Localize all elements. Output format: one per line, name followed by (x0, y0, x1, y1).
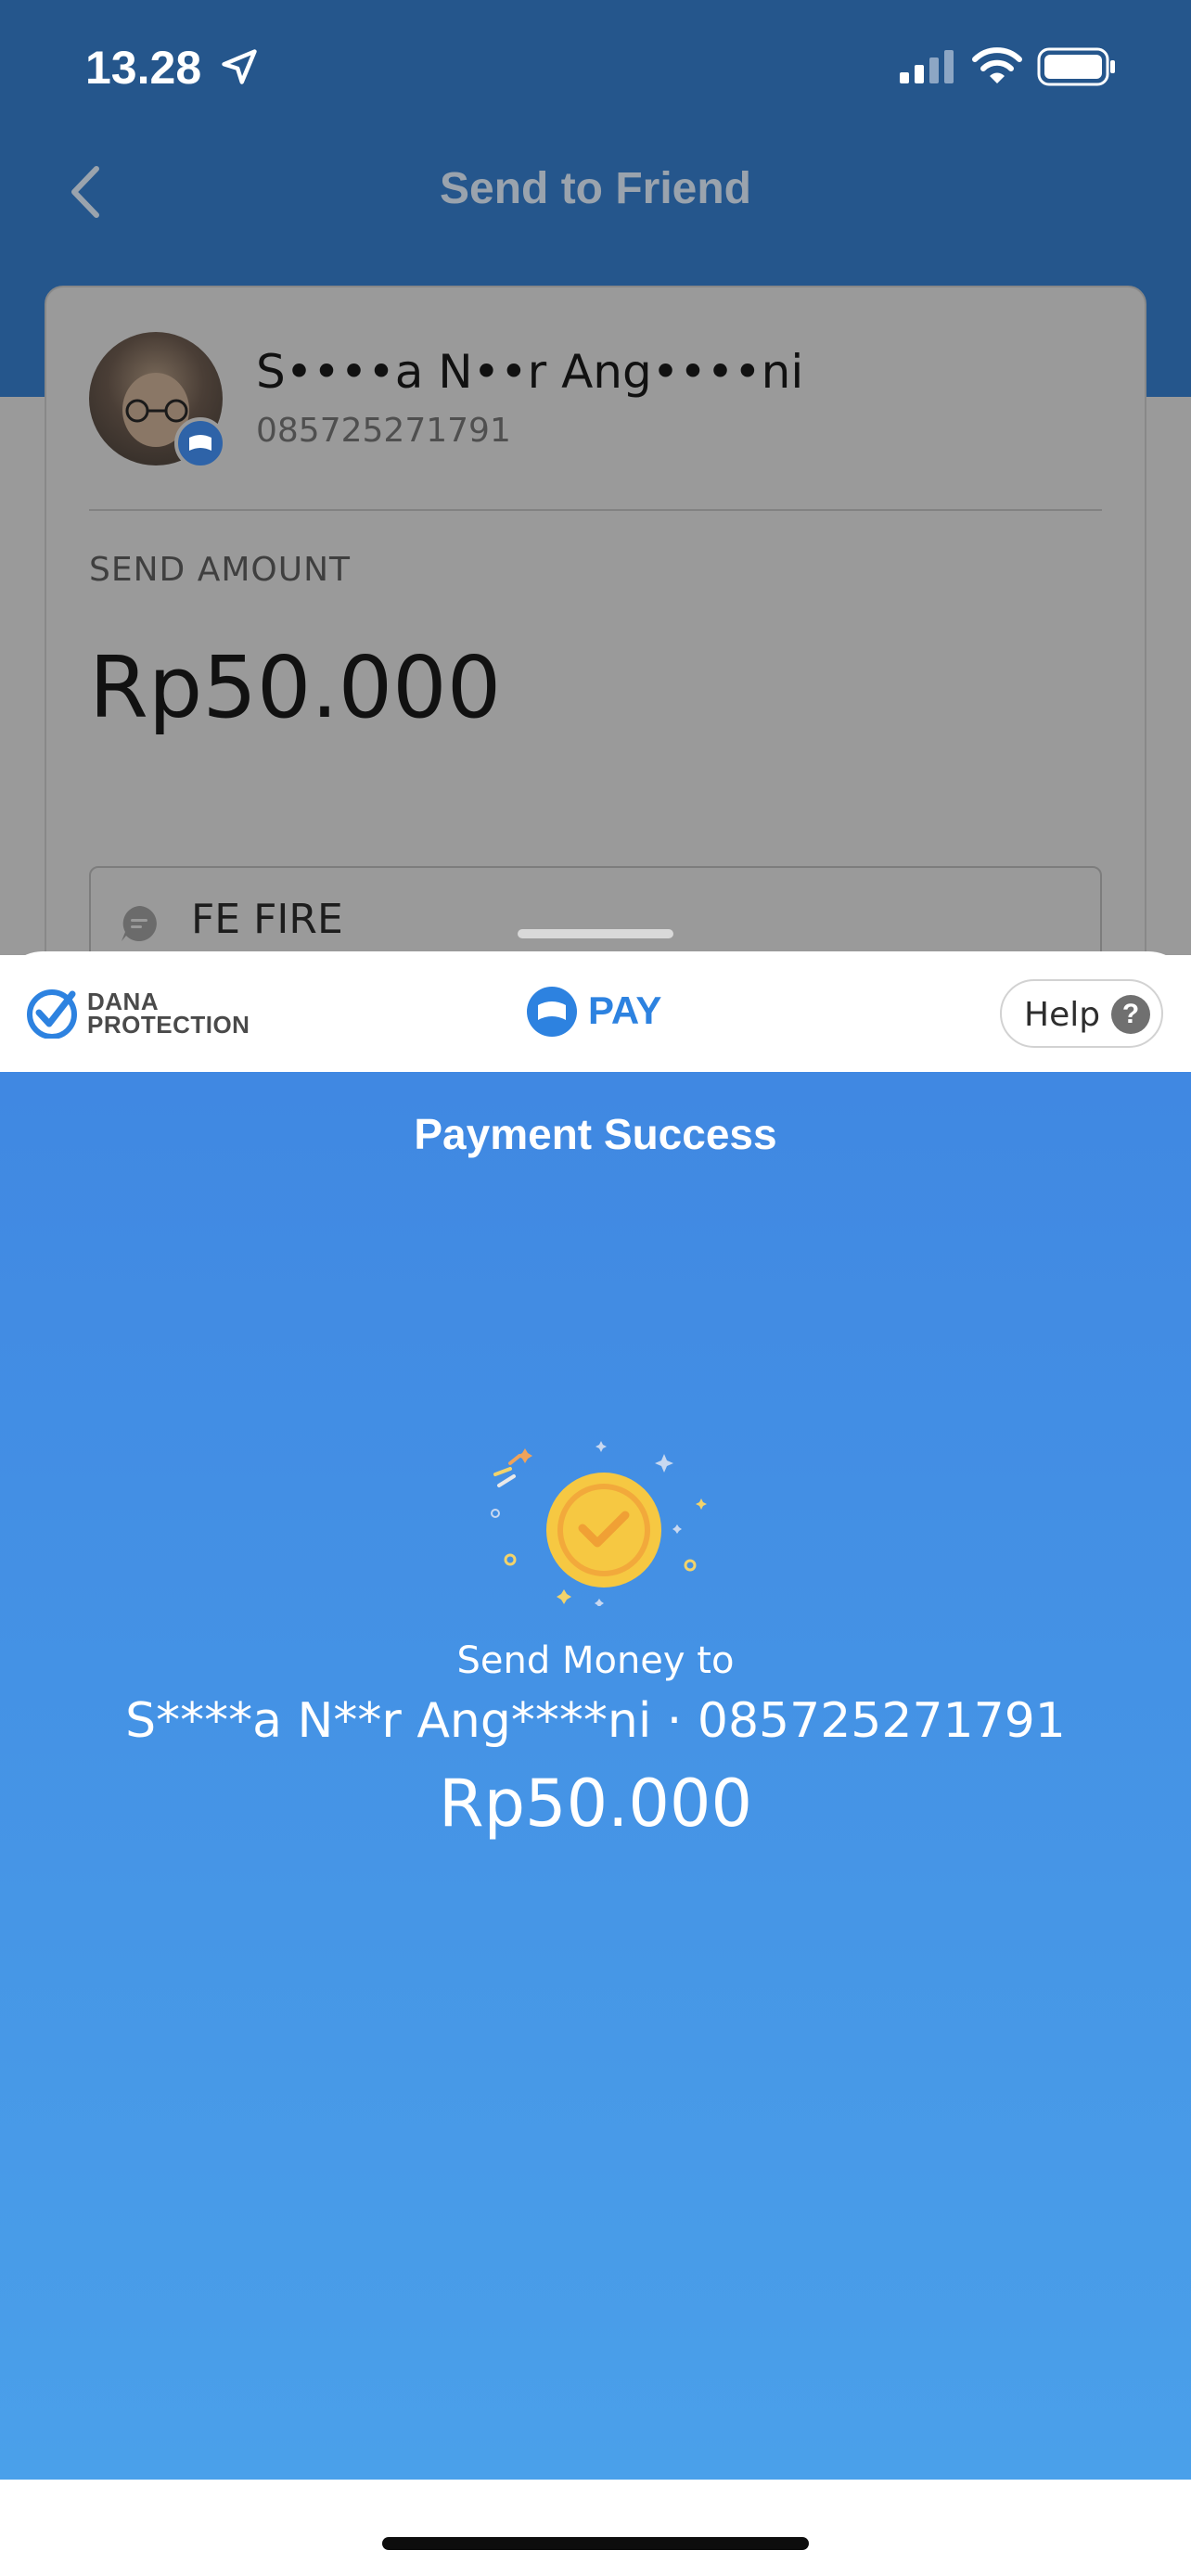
receiver-separator: · (666, 1693, 683, 1749)
send-amount-label: SEND AMOUNT (89, 551, 351, 589)
recipient-name: S••••a N••r Ang••••ni (256, 345, 804, 399)
home-indicator[interactable] (382, 2537, 809, 2550)
battery-icon (1037, 47, 1115, 86)
recipient-phone: 085725271791 (256, 412, 511, 450)
receiver-phone: 085725271791 (697, 1693, 1066, 1749)
receiver-line: S****a N**r Ang****ni · 085725271791 (0, 1693, 1191, 1749)
question-mark-icon: ? (1111, 995, 1150, 1034)
send-money-to-label: Send Money to (456, 1639, 735, 1682)
divider (89, 509, 1102, 511)
gold-coin-check-icon (491, 1441, 707, 1606)
dana-badge-icon (174, 417, 226, 469)
cellular-signal-icon (900, 50, 954, 83)
status-time: 13.28 (85, 42, 202, 94)
wifi-icon (972, 47, 1022, 83)
pay-label: PAY (588, 988, 662, 1032)
shield-check-icon (27, 989, 77, 1039)
location-arrow-icon (222, 49, 257, 84)
receiver-name: S****a N**r Ang****ni (125, 1693, 652, 1749)
success-amount: Rp50.000 (438, 1766, 752, 1842)
dana-protection-label: DANA PROTECTION (87, 989, 250, 1039)
success-title: Payment Success (414, 1110, 777, 1158)
dana-protection-line2: PROTECTION (87, 1011, 250, 1039)
dana-wallet-icon (527, 987, 577, 1037)
help-button[interactable]: Help ? (1000, 979, 1163, 1048)
avatar-glasses (125, 399, 188, 423)
sheet-grabber[interactable] (518, 929, 673, 938)
screen: 13.28 Send to Friend S••••a N••r Ang••••… (0, 0, 1191, 2576)
help-label: Help (1024, 996, 1101, 1034)
chat-bubble-icon (122, 906, 157, 941)
page-title: Send to Friend (440, 164, 751, 213)
send-amount-value: Rp50.000 (89, 638, 502, 737)
note-text: FE FIRE (191, 896, 343, 943)
